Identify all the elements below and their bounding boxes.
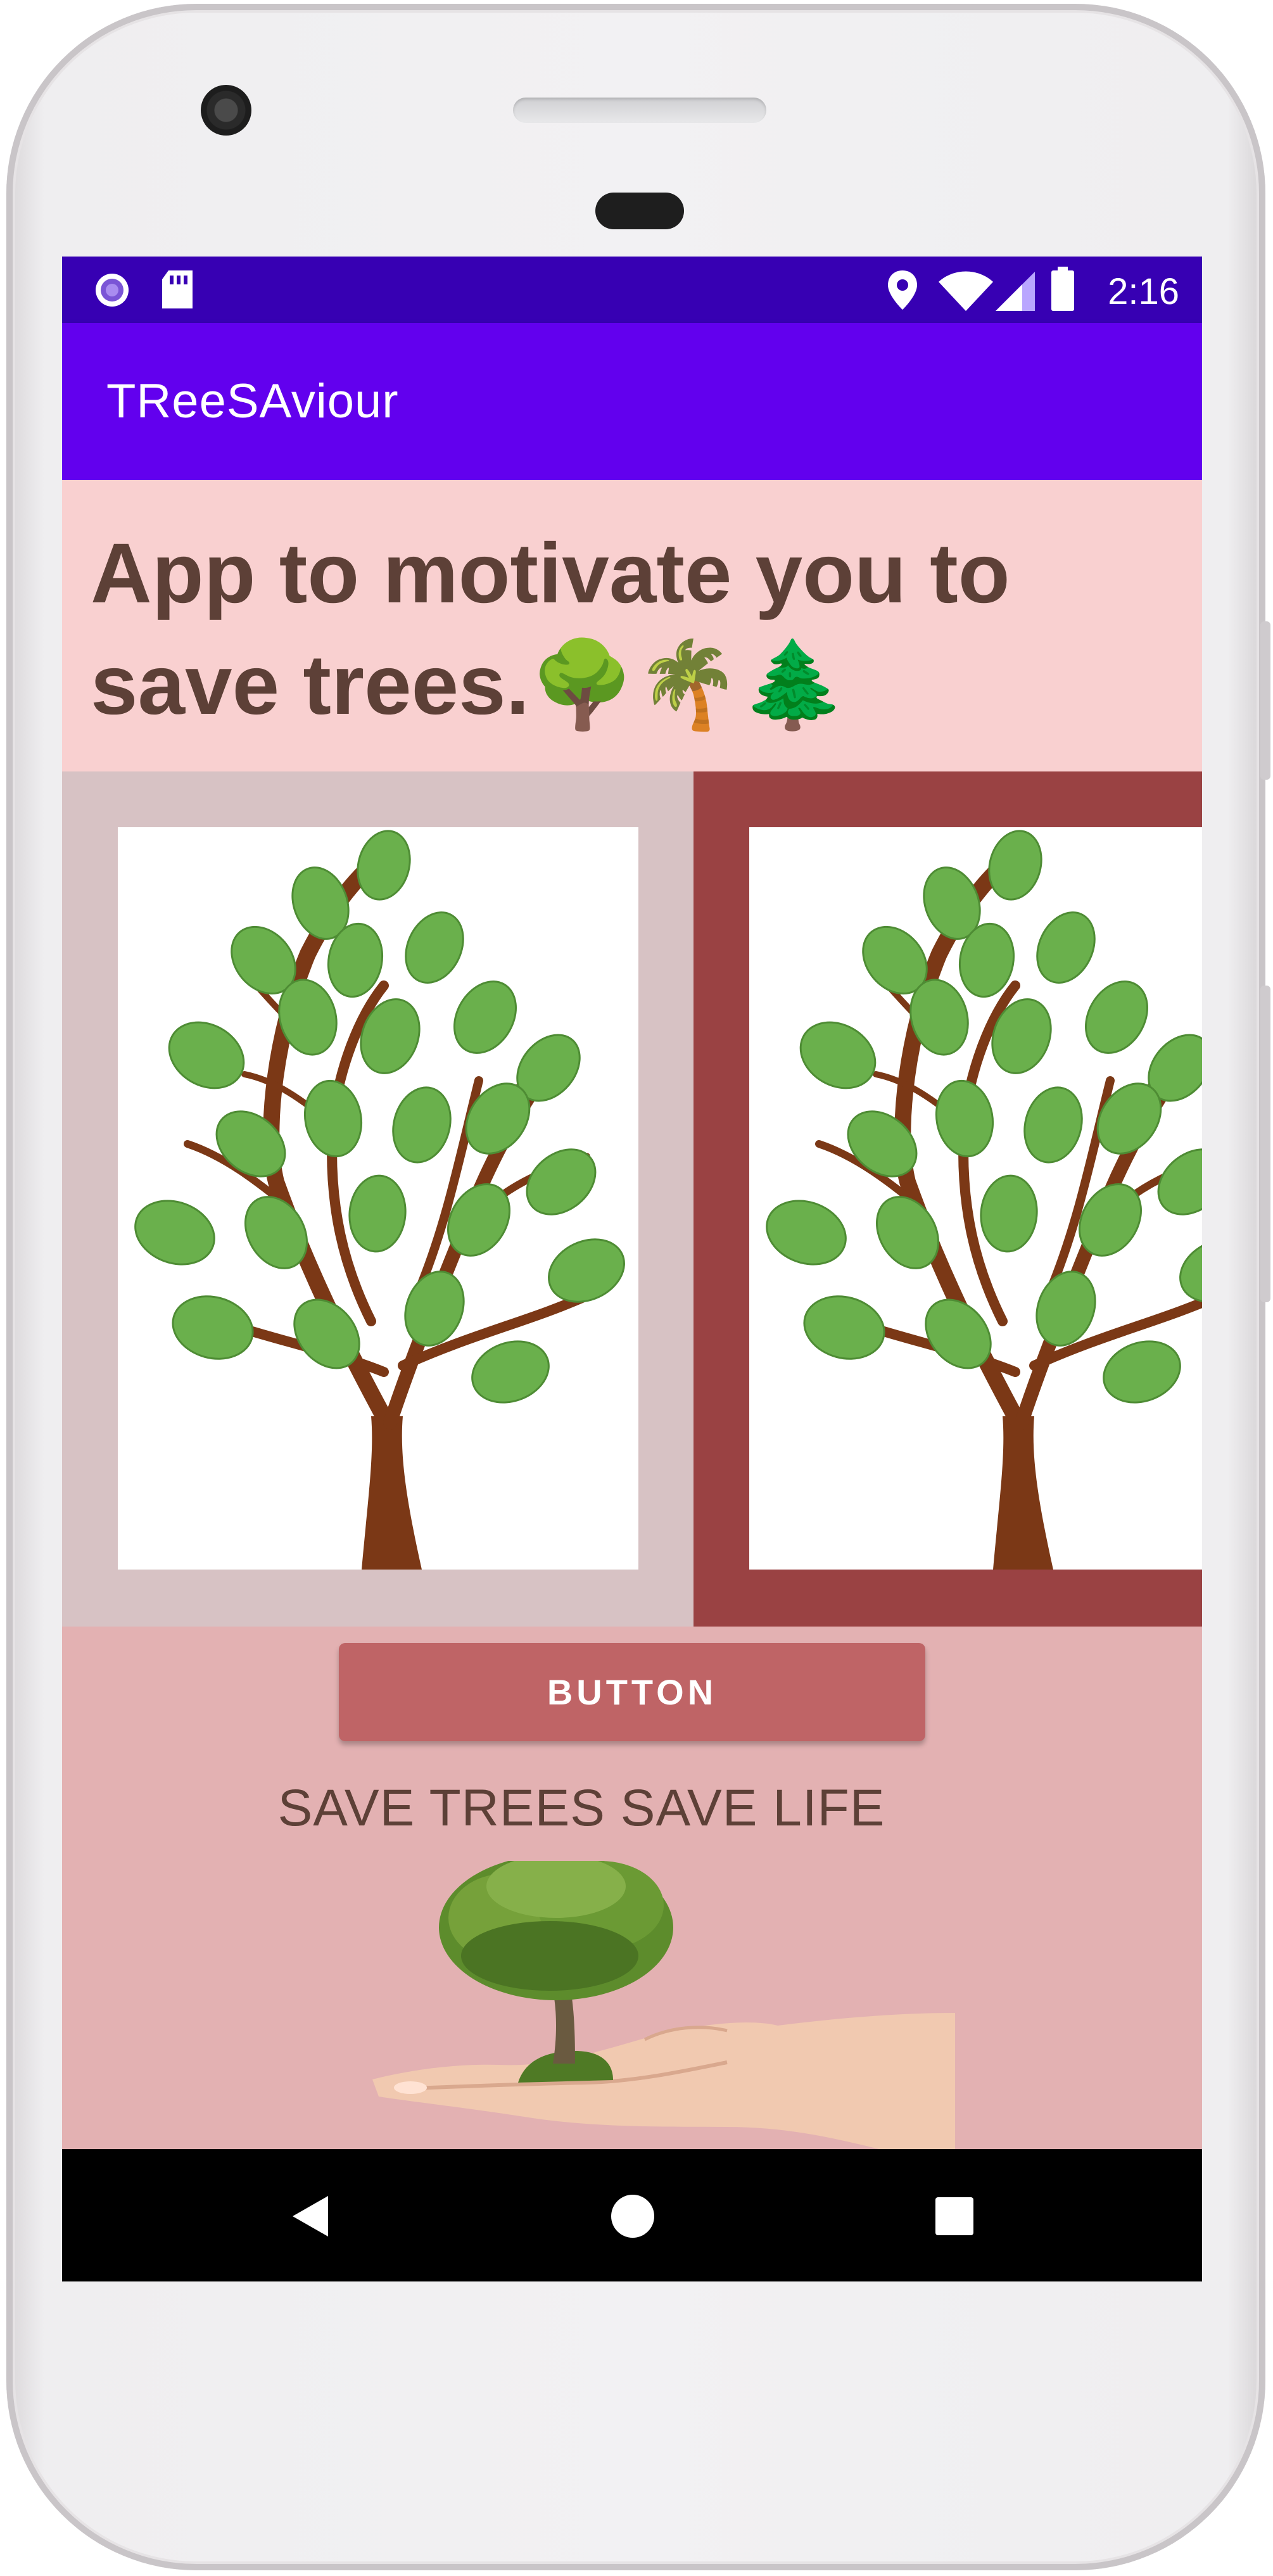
power-button	[1260, 621, 1270, 780]
wifi-icon	[939, 271, 993, 311]
back-icon[interactable]	[290, 2195, 331, 2238]
screen: 2:16 TReeSAviour App to motivate you to …	[62, 257, 1202, 2281]
app-title: TReeSAviour	[106, 374, 399, 428]
headline-text: App to motivate you to save trees.🌳🌴🌲	[91, 518, 1180, 741]
status-bar: 2:16	[62, 257, 1202, 323]
earpiece-speaker	[513, 98, 766, 123]
volume-button	[1260, 986, 1270, 1302]
home-icon[interactable]	[610, 2193, 656, 2239]
front-camera	[201, 85, 251, 136]
signal-icon	[996, 272, 1035, 311]
sd-card-icon	[162, 270, 193, 308]
main-button[interactable]: BUTTON	[339, 1643, 925, 1741]
headline-container: App to motivate you to save trees.🌳🌴🌲	[62, 480, 1202, 771]
bottom-section: BUTTON SAVE TREES SAVE LIFE	[62, 1627, 1202, 2152]
status-time: 2:16	[1108, 271, 1179, 312]
navigation-bar	[62, 2149, 1202, 2281]
main-content: App to motivate you to save trees.🌳🌴🌲 BU…	[62, 480, 1202, 2152]
tree-image-left	[118, 827, 638, 1570]
left-tree-panel	[62, 771, 694, 1627]
tree-emojis: 🌳🌴🌲	[529, 638, 847, 732]
app-bar: TReeSAviour	[62, 323, 1202, 480]
battery-icon	[1051, 267, 1074, 311]
circle-notification-icon	[96, 274, 129, 307]
recents-icon[interactable]	[934, 2196, 975, 2237]
location-icon	[888, 270, 917, 310]
hand-holding-tree-image	[372, 1861, 955, 2152]
tree-illustration-left	[134, 830, 625, 1570]
proximity-sensor	[595, 193, 684, 229]
tagline-text: SAVE TREES SAVE LIFE	[277, 1779, 885, 1837]
tree-illustration-right	[749, 827, 1202, 1570]
tree-image-right	[749, 827, 1202, 1570]
right-tree-panel	[694, 771, 1202, 1627]
